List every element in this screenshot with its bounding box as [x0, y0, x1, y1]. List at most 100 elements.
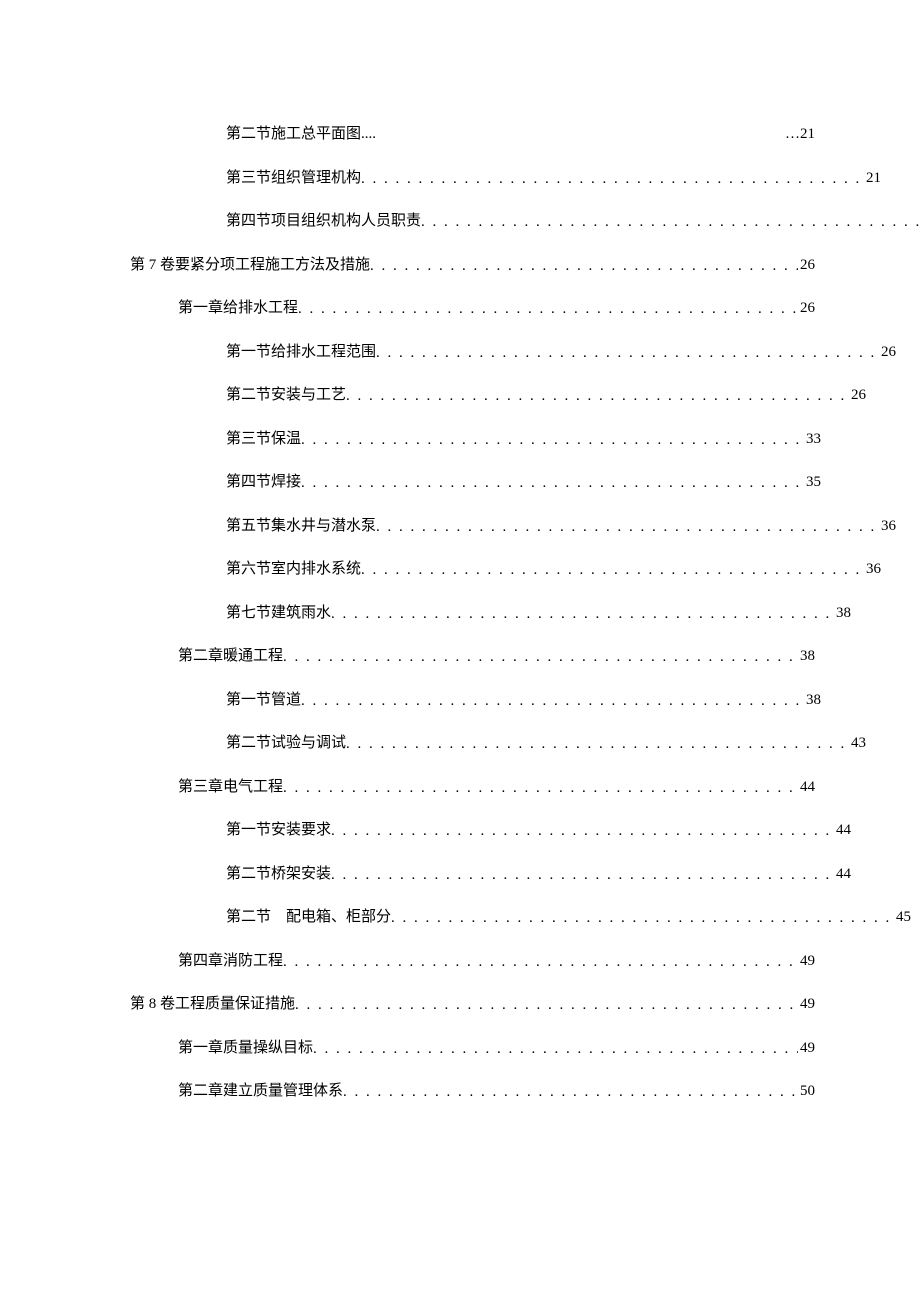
toc-leader [301, 687, 804, 715]
toc-leader-row: 43 [346, 729, 866, 758]
toc-label: 第七节建筑雨水 [226, 599, 331, 628]
toc-entry: 第 7 卷要紧分项工程施工方法及措施 26 [130, 251, 815, 280]
toc-leader-block: 36 [376, 512, 896, 541]
toc-entry: 第二章建立质量管理体系 50 [178, 1077, 815, 1106]
toc-entry: 第二节桥架安装44 [226, 860, 815, 889]
toc-leader [295, 991, 798, 1019]
toc-leader-row: 45 [391, 903, 911, 932]
toc-leader-block: 38 [331, 599, 851, 628]
toc-entry: 第三节保温33 [226, 425, 815, 454]
toc-leader-block: 26 [346, 381, 866, 410]
toc-leader-block: 45 [391, 903, 911, 932]
toc-leader-row: 33 [301, 425, 821, 454]
toc-label: 第二节试验与调试 [226, 729, 346, 758]
toc-page: 44 [798, 773, 815, 802]
toc-entry: 第 8 卷工程质量保证措施49 [130, 990, 815, 1019]
toc-leader-block: 21 [361, 164, 881, 193]
toc-leader [376, 339, 879, 367]
toc-leader [331, 600, 834, 628]
toc-leader [370, 252, 798, 280]
toc-page: 45 [894, 903, 911, 932]
toc-leader-row: 44 [331, 816, 851, 845]
toc-leader-row: 38 [331, 599, 851, 628]
toc-leader-row: 35 [301, 468, 821, 497]
toc-leader-row: 26 [376, 338, 896, 367]
toc-label: 第一节给排水工程范围 [226, 338, 376, 367]
toc-entry: 第四章消防工程49 [178, 947, 815, 976]
toc-entry: 第一节安装要求44 [226, 816, 815, 845]
toc-leader [283, 948, 798, 976]
toc-entry: 第四节项目组织机构人员职责22 [226, 207, 815, 236]
toc-leader [361, 165, 864, 193]
toc-label: 第一章质量操纵目标 [178, 1034, 313, 1063]
toc-leader-block: 44 [331, 816, 851, 845]
toc-page: 36 [864, 555, 881, 584]
toc-leader-block: 33 [301, 425, 821, 454]
toc-leader-block: 22 [421, 207, 920, 236]
toc-label: 第二节桥架安装 [226, 860, 331, 889]
toc-leader-block: 26 [376, 338, 896, 367]
toc-entry: 第七节建筑雨水38 [226, 599, 815, 628]
toc-page: 38 [804, 686, 821, 715]
toc-label: 第 7 卷要紧分项工程施工方法及措施 [130, 251, 370, 280]
toc-label: 第四节焊接 [226, 468, 301, 497]
toc-entry: 第六节室内排水系统36 [226, 555, 815, 584]
toc-leader [346, 730, 849, 758]
toc-leader-block: 38 [301, 686, 821, 715]
toc-label: 第二章暖通工程 [178, 642, 283, 671]
toc-page: 43 [849, 729, 866, 758]
toc-label: 第三章电气工程 [178, 773, 283, 802]
toc-leader [376, 513, 879, 541]
toc-leader [313, 1035, 798, 1063]
toc-entry: 第二节 配电箱、柜部分45 [226, 903, 815, 932]
toc-leader [391, 904, 894, 932]
toc-leader-row: 22 [421, 207, 920, 236]
toc-leader-block: 35 [301, 468, 821, 497]
toc-page-block: …21 [785, 120, 815, 149]
toc-page: 26 [879, 338, 896, 367]
toc-leader-row: 38 [301, 686, 821, 715]
toc-page: 50 [798, 1077, 815, 1106]
toc-label: 第三节组织管理机构 [226, 164, 361, 193]
toc-entry: 第三节组织管理机构21 [226, 164, 815, 193]
toc-label: 第一节安装要求 [226, 816, 331, 845]
toc-leader-block: 44 [331, 860, 851, 889]
toc-entry: 第一节给排水工程范围26 [226, 338, 815, 367]
toc-label: 第一节管道 [226, 686, 301, 715]
toc-page: 49 [798, 990, 815, 1019]
toc-entry: 第三章电气工程 44 [178, 773, 815, 802]
toc-page: 35 [804, 468, 821, 497]
toc-page: 36 [879, 512, 896, 541]
toc-entry: 第二节施工总平面图.... …21 [226, 120, 815, 149]
toc-leader-row: 36 [361, 555, 881, 584]
toc-leader-row: 26 [346, 381, 866, 410]
toc-label: 第二节施工总平面图.... [226, 120, 376, 149]
toc-label: 第六节室内排水系统 [226, 555, 361, 584]
toc-entry: 第一章给排水工程26 [178, 294, 815, 323]
toc-page: 26 [798, 251, 815, 280]
toc-page: 44 [834, 816, 851, 845]
toc-leader-row: 21 [361, 164, 881, 193]
toc-label: 第五节集水井与潜水泵 [226, 512, 376, 541]
toc-page: 21 [864, 164, 881, 193]
toc-leader [361, 556, 864, 584]
toc-page: 33 [804, 425, 821, 454]
toc-page: 26 [849, 381, 866, 410]
toc-page: 26 [798, 294, 815, 323]
toc-label: 第三节保温 [226, 425, 301, 454]
toc-entry: 第一章质量操纵目标 49 [178, 1034, 815, 1063]
table-of-contents: 第二节施工总平面图.... …21 第三节组织管理机构21 第四节项目组织机构人员职责… [130, 120, 815, 1106]
toc-leader-block: 36 [361, 555, 881, 584]
toc-entry: 第二章暖通工程 38 [178, 642, 815, 671]
toc-label: 第二章建立质量管理体系 [178, 1077, 343, 1106]
toc-page: 49 [798, 1034, 815, 1063]
toc-page: 38 [798, 642, 815, 671]
toc-label: 第二节 配电箱、柜部分 [226, 903, 391, 932]
toc-entry: 第一节管道38 [226, 686, 815, 715]
toc-entry: 第四节焊接35 [226, 468, 815, 497]
toc-leader [343, 1078, 798, 1106]
toc-leader-block: 43 [346, 729, 866, 758]
toc-leader [298, 295, 798, 323]
toc-page: 38 [834, 599, 851, 628]
toc-leader [331, 817, 834, 845]
